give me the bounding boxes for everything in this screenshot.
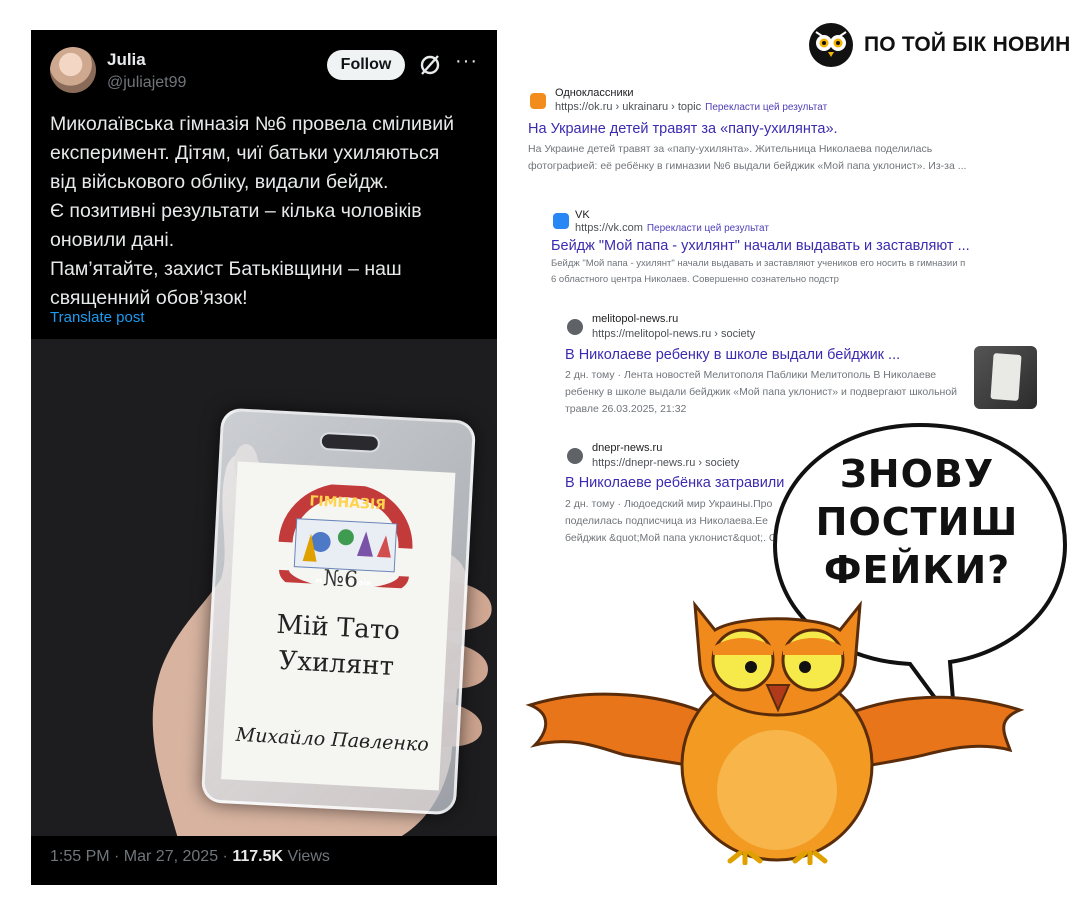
- badge-card: ГІМНАЗІЯ м. Миколаїв №6 Мій Тато Ухилянт…: [221, 461, 456, 791]
- avatar[interactable]: [50, 47, 96, 93]
- follow-button[interactable]: Follow: [327, 50, 405, 80]
- result-snippet: На Украине детей травят за «папу-ухилянт…: [528, 141, 968, 175]
- views-label: Views: [283, 848, 330, 865]
- result-url-text: https://vk.com: [575, 222, 643, 234]
- result-site-name: melitopol-news.ru: [592, 313, 679, 325]
- owl-logo-icon: [809, 23, 853, 67]
- search-result[interactable]: Одноклассники https://ok.ru › ukrainaru …: [528, 85, 978, 175]
- result-url[interactable]: https://vk.com Перекласти цей результат: [575, 222, 769, 234]
- brand-header: ПО ТОЙ БІК НОВИН: [808, 23, 1071, 67]
- result-title[interactable]: Бейдж "Мой папа - ухилянт" начали выдава…: [551, 238, 970, 254]
- user-handle[interactable]: @juliajet99: [107, 74, 186, 92]
- result-url[interactable]: https://dnepr-news.ru › society: [592, 457, 739, 469]
- result-site-name: dnepr-news.ru: [592, 442, 663, 454]
- search-result[interactable]: melitopol-news.ru https://melitopol-news…: [565, 311, 970, 421]
- tweet-meta: 1:55 PM · Mar 27, 2025 · 117.5K Views: [50, 848, 330, 866]
- emblem-arc-text: ГІМНАЗІЯ: [309, 493, 386, 513]
- snippet-line: фотографией: её ребёнку в гимназии №6 вы…: [528, 160, 967, 172]
- snippet-line: ребенку в школе выдали бейджик «Мой папа…: [565, 386, 958, 398]
- result-url-text: https://ok.ru › ukrainaru › topic: [555, 101, 702, 113]
- badge-slot: [319, 431, 381, 453]
- translate-result-link[interactable]: Перекласти цей результат: [705, 102, 827, 113]
- result-snippet: Бейдж "Мой папа - ухилянт" начали выдава…: [551, 256, 991, 288]
- tweet-timestamp[interactable]: 1:55 PM · Mar 27, 2025 ·: [50, 848, 232, 865]
- badge-title-line: Ухилянт: [277, 645, 395, 682]
- vk-icon: [553, 213, 569, 229]
- owl-mascot-image: [525, 600, 1025, 865]
- odnoklassniki-icon: [530, 93, 546, 109]
- result-title[interactable]: В Николаеве ребёнка затравили: [565, 475, 784, 491]
- globe-icon: [567, 448, 583, 464]
- globe-icon: [567, 319, 583, 335]
- tweet-text-line: Є позитивні результати – кілька чоловікі…: [50, 200, 422, 222]
- tweet-card: Julia @juliajet99 Follow ··· Миколаївськ…: [31, 30, 497, 885]
- snippet-line: травле 26.03.2025, 21:32: [565, 403, 687, 415]
- thumbnail-badge-image: [990, 353, 1022, 401]
- snippet-line: 2 дн. тому · Лента новостей Мелитополя П…: [565, 369, 937, 381]
- result-thumbnail[interactable]: [974, 346, 1037, 409]
- display-name[interactable]: Julia: [107, 50, 146, 70]
- speech-bubble-line: ЗНОВУ: [839, 452, 995, 496]
- translate-post-link[interactable]: Translate post: [50, 309, 145, 326]
- badge-title-line: Мій Тато: [275, 609, 401, 647]
- result-snippet: 2 дн. тому · Лента новостей Мелитополя П…: [565, 367, 1005, 418]
- result-url[interactable]: https://ok.ru › ukrainaru › topic Перекла…: [555, 101, 827, 113]
- result-site-name: Одноклассники: [555, 87, 634, 99]
- tweet-text-line: від військового обліку, видали бейдж.: [50, 171, 389, 193]
- tweet-text-line: оновили дані.: [50, 229, 175, 251]
- brand-name: ПО ТОЙ БІК НОВИН: [864, 33, 1071, 56]
- result-url[interactable]: https://melitopol-news.ru › society: [592, 328, 755, 340]
- tweet-photo[interactable]: ГІМНАЗІЯ м. Миколаїв №6 Мій Тато Ухилянт…: [31, 339, 497, 836]
- snippet-line: Бейдж "Мой папа - ухилянт" начали выдава…: [551, 258, 966, 269]
- snippet-line: 6 областного центра Николаев. Совершенно…: [551, 274, 839, 285]
- grok-icon[interactable]: [417, 52, 443, 78]
- tweet-text: Миколаївська гімназія №6 провела сміливи…: [50, 110, 490, 313]
- speech-bubble-line: ПОСТИШ: [815, 500, 1019, 544]
- tweet-text-line: Миколаївська гімназія №6 провела сміливи…: [50, 113, 455, 135]
- views-count: 117.5K: [232, 848, 284, 865]
- snippet-line: На Украине детей травят за «папу-ухилянт…: [528, 143, 933, 155]
- result-title[interactable]: На Украине детей травят за «папу-ухилянт…: [528, 121, 838, 137]
- tweet-text-line: експеримент. Дітям, чиї батьки ухиляютьс…: [50, 142, 440, 164]
- tweet-text-line: Пам’ятайте, захист Батьківщини – наш: [50, 258, 402, 280]
- badge-name: Михайло Павленко: [235, 723, 430, 756]
- result-site-name: VK: [575, 209, 590, 221]
- more-options-icon[interactable]: ···: [455, 50, 478, 73]
- badge-holder: ГІМНАЗІЯ м. Миколаїв №6 Мій Тато Ухилянт…: [200, 407, 477, 816]
- result-title[interactable]: В Николаеве ребенку в школе выдали бейдж…: [565, 347, 900, 363]
- translate-result-link[interactable]: Перекласти цей результат: [647, 223, 769, 234]
- search-result[interactable]: VK https://vk.com Перекласти цей результа…: [551, 207, 981, 287]
